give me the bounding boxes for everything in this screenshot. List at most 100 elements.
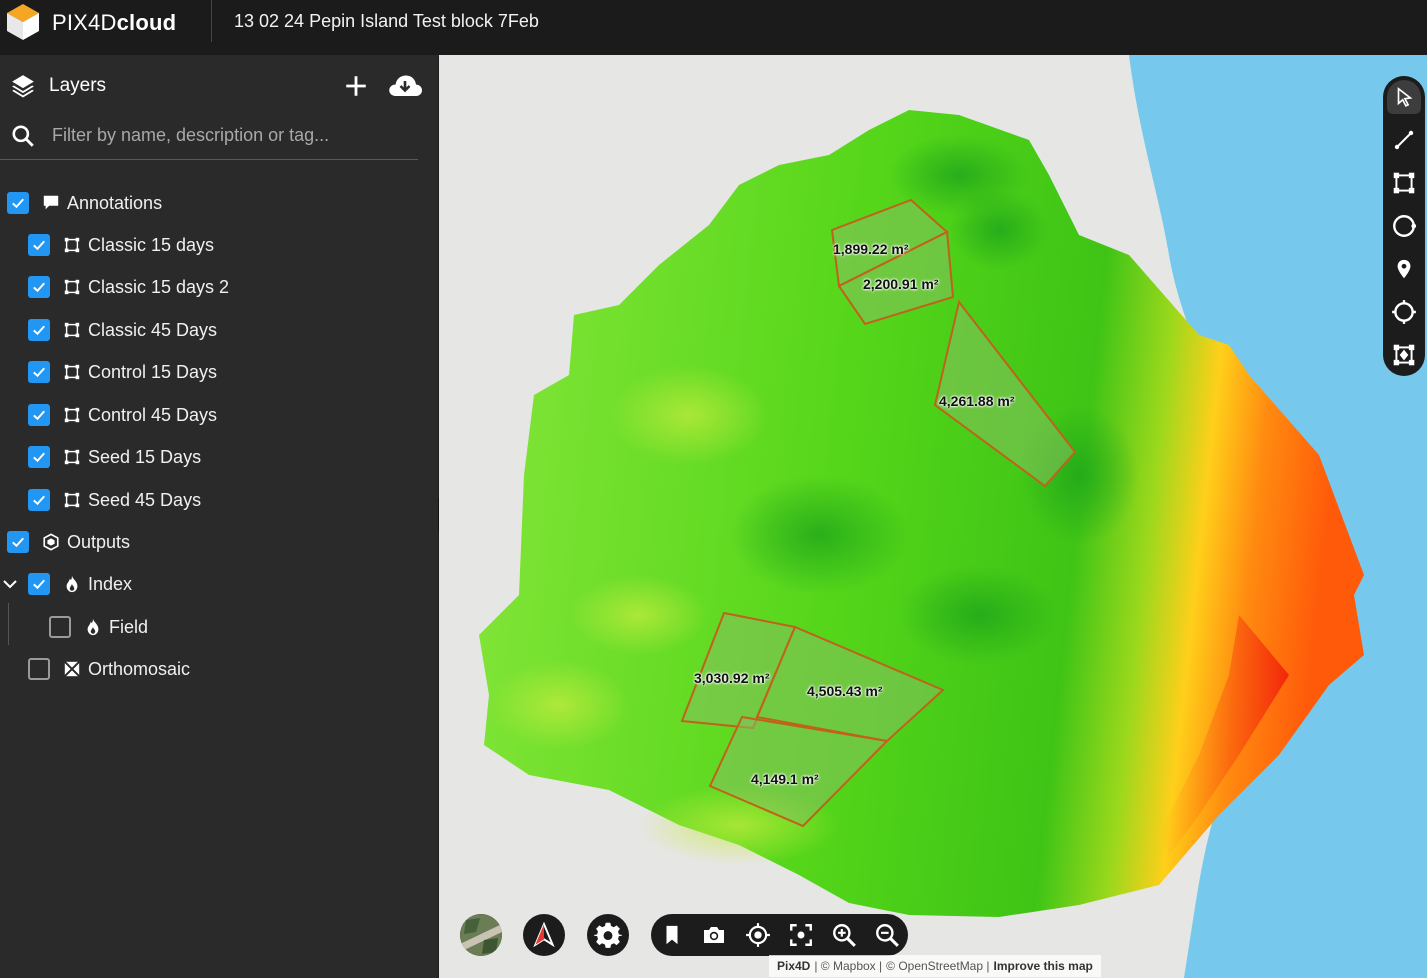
volume-polygon-icon [1393,344,1415,366]
zoom-in-button[interactable] [827,918,861,952]
line-tool-button[interactable] [1387,123,1421,157]
locate-icon [746,923,770,947]
index-flame-icon [62,574,82,594]
attribution-mapbox[interactable]: | © Mapbox | [814,959,882,973]
compass-north-icon [533,922,555,948]
north-arrow-button[interactable] [523,914,565,956]
map-attribution: Pix4D | © Mapbox | © OpenStreetMap | Imp… [769,955,1101,977]
layer-label: Index [88,573,133,594]
layer-row-orthomosaic[interactable]: Orthomosaic [28,651,190,687]
gear-icon [594,922,622,948]
layer-label: Field [109,616,149,637]
layer-label: Classic 15 days 2 [88,276,230,297]
layer-search [0,117,418,160]
select-tool-button[interactable] [1387,80,1421,114]
layers-title: Layers [49,75,107,96]
annotation-icon [41,193,61,213]
polygon-icon [62,490,82,510]
layer-row-field[interactable]: Field [49,609,148,645]
volume-tool-button[interactable] [1387,338,1421,372]
area-label: 4,261.88 m² [939,393,1015,409]
layer-label: Classic 15 days [88,234,215,255]
chevron-down-icon[interactable] [2,576,18,592]
checkbox-checked[interactable] [28,489,50,511]
layer-row-classic-15-2[interactable]: Classic 15 days 2 [28,269,229,305]
circle-tool-button[interactable] [1387,209,1421,243]
area-label: 2,200.91 m² [863,276,939,292]
project-title: 13 02 24 Pepin Island Test block 7Feb [234,11,539,31]
settings-button[interactable] [587,914,629,956]
checkbox-checked[interactable] [28,276,50,298]
crosshair-icon [1392,300,1416,324]
map-viewport[interactable]: 1,899.22 m² 2,200.91 m² 4,261.88 m² 3,03… [439,55,1427,978]
locate-button[interactable] [741,918,775,952]
polygon-icon [1393,172,1415,194]
polygon-icon [62,235,82,255]
annotation-toolbar [1383,76,1425,376]
checkbox-checked[interactable] [28,573,50,595]
checkbox-checked[interactable] [28,319,50,341]
layer-row-classic-45[interactable]: Classic 45 Days [28,312,217,348]
layer-label: Orthomosaic [88,658,191,679]
checkbox-unchecked[interactable] [49,616,71,638]
map-controls-group [651,914,908,956]
polygon-tool-button[interactable] [1387,166,1421,200]
brand-name: PIX4Dcloud [52,10,177,35]
layer-row-classic-15[interactable]: Classic 15 days [28,227,214,263]
pix4d-logo[interactable] [6,3,40,41]
bookmark-icon [666,925,678,945]
target-tool-button[interactable] [1387,295,1421,329]
polygon-icon [62,405,82,425]
layer-label: Seed 15 Days [88,446,202,467]
checkbox-checked[interactable] [7,531,29,553]
polygon-icon [62,447,82,467]
layer-label: Control 15 Days [88,361,218,382]
polygon-icon [62,362,82,382]
layer-label: Classic 45 Days [88,319,218,340]
map-pin-icon [1397,259,1411,279]
checkbox-checked[interactable] [28,361,50,383]
basemap-toggle-button[interactable] [460,914,502,956]
attribution-pix4d[interactable]: Pix4D [777,959,810,973]
screenshot-button[interactable] [697,918,731,952]
checkbox-checked[interactable] [28,446,50,468]
fit-extent-icon [790,924,812,946]
circle-icon [1393,215,1417,237]
improve-map-link[interactable]: Improve this map [993,959,1092,973]
point-tool-button[interactable] [1387,252,1421,286]
cloud-download-button[interactable] [387,72,423,100]
zoom-out-button[interactable] [870,918,904,952]
camera-icon [704,927,724,943]
layer-row-control-15[interactable]: Control 15 Days [28,354,217,390]
checkbox-checked[interactable] [28,234,50,256]
layers-header: Layers [0,55,438,117]
polygon-icon [62,320,82,340]
checkbox-unchecked[interactable] [28,658,50,680]
layer-filter-input[interactable] [50,119,414,151]
cursor-icon [1397,87,1413,107]
top-bar: PIX4Dcloud 13 02 24 Pepin Island Test bl… [0,0,1427,56]
satellite-thumbnail-icon [460,914,502,956]
attribution-osm[interactable]: © OpenStreetMap | [886,959,989,973]
line-measure-icon [1394,130,1414,150]
tree-guide-line [8,603,9,645]
zoom-in-icon [833,924,856,947]
layer-row-seed-45[interactable]: Seed 45 Days [28,482,201,518]
bookmark-button[interactable] [655,918,689,952]
area-label: 3,030.92 m² [694,670,770,686]
fit-view-button[interactable] [784,918,818,952]
layers-icon [12,75,34,98]
checkbox-checked[interactable] [28,404,50,426]
add-layer-button[interactable] [343,73,369,99]
search-icon [12,125,34,147]
layer-row-index[interactable]: Index [2,566,132,602]
index-flame-icon [83,617,103,637]
layer-row-outputs[interactable]: Outputs [7,524,130,560]
layer-row-control-45[interactable]: Control 45 Days [28,397,217,433]
checkbox-checked[interactable] [7,192,29,214]
area-label: 4,149.1 m² [751,771,819,787]
layer-row-seed-15[interactable]: Seed 15 Days [28,439,201,475]
layer-label: Control 45 Days [88,404,218,425]
header-divider [211,0,212,42]
layer-row-annotations[interactable]: Annotations [7,185,162,221]
